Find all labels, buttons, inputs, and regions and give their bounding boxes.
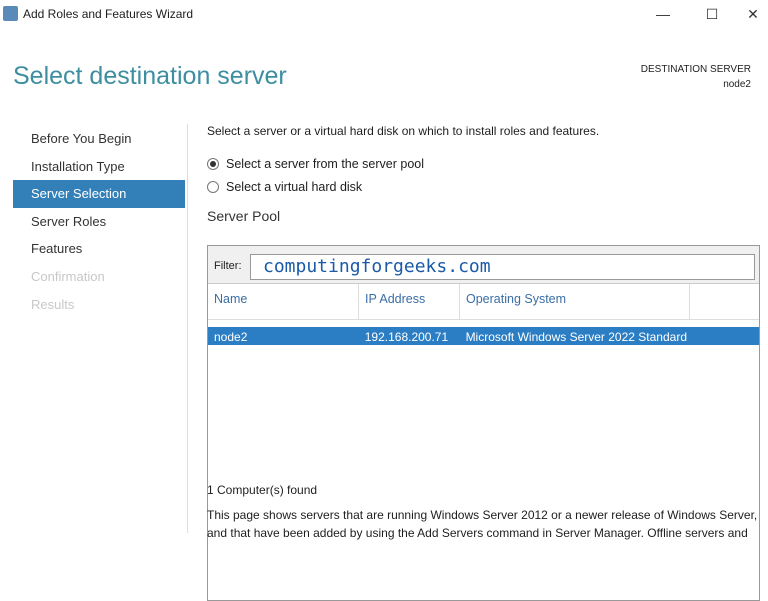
destination-label: DESTINATION SERVER xyxy=(640,64,751,75)
title-bar: Add Roles and Features Wizard — ☐ ✕ xyxy=(0,0,768,30)
filter-label: Filter: xyxy=(214,260,242,272)
divider xyxy=(187,124,188,533)
description-text: This page shows servers that are running… xyxy=(207,508,758,540)
nav-confirmation: Confirmation xyxy=(31,268,105,284)
destination-server: DESTINATION SERVER node2 xyxy=(641,62,751,92)
server-pool: Filter: computingforgeeks.com Name IP Ad… xyxy=(207,245,760,601)
wizard-nav: Before You Begin Installation Type Serve… xyxy=(13,125,185,318)
table-row[interactable]: node2 192.168.200.71 Microsoft Windows S… xyxy=(208,327,759,345)
column-ip[interactable]: IP Address xyxy=(359,284,460,319)
close-button[interactable]: ✕ xyxy=(738,4,768,24)
cell-name: node2 xyxy=(214,330,248,344)
instruction-text: Select a server or a virtual hard disk o… xyxy=(207,124,600,138)
minimize-button[interactable]: — xyxy=(648,4,678,24)
radio-unselected-icon[interactable] xyxy=(207,180,219,193)
cell-os: Microsoft Windows Server 2022 Standard xyxy=(465,330,687,344)
server-pool-title: Server Pool xyxy=(207,208,281,224)
computers-found: 1 Computer(s) found xyxy=(207,483,318,497)
nav-results: Results xyxy=(31,296,75,312)
filter-bar: Filter: computingforgeeks.com xyxy=(208,246,759,284)
radio-virtual-disk[interactable]: Select a virtual hard disk xyxy=(207,175,762,198)
nav-features[interactable]: Features xyxy=(13,235,185,263)
table-header: Name IP Address Operating System xyxy=(208,284,759,320)
cell-ip: 192.168.200.71 xyxy=(364,330,449,344)
radio-server-pool[interactable]: Select a server from the server pool xyxy=(207,152,762,175)
nav-server-selection[interactable]: Server Selection xyxy=(13,180,185,208)
main-content: Select a server or a virtual hard disk o… xyxy=(207,124,762,601)
radio-label: Select a server from the server pool xyxy=(226,156,424,171)
filter-input[interactable]: computingforgeeks.com xyxy=(250,254,755,280)
nav-installation-type[interactable]: Installation Type xyxy=(13,153,185,181)
nav-before-you-begin[interactable]: Before You Begin xyxy=(13,125,185,153)
destination-value: node2 xyxy=(723,79,751,90)
maximize-button[interactable]: ☐ xyxy=(697,4,727,24)
column-empty xyxy=(690,284,759,319)
nav-server-roles[interactable]: Server Roles xyxy=(13,208,185,236)
radio-label: Select a virtual hard disk xyxy=(226,179,363,194)
column-os[interactable]: Operating System xyxy=(460,284,690,319)
column-name[interactable]: Name xyxy=(208,284,359,319)
window-title: Add Roles and Features Wizard xyxy=(23,7,194,21)
radio-selected-icon[interactable] xyxy=(207,157,219,170)
wizard-icon xyxy=(3,6,18,21)
page-title: Select destination server xyxy=(13,62,287,90)
